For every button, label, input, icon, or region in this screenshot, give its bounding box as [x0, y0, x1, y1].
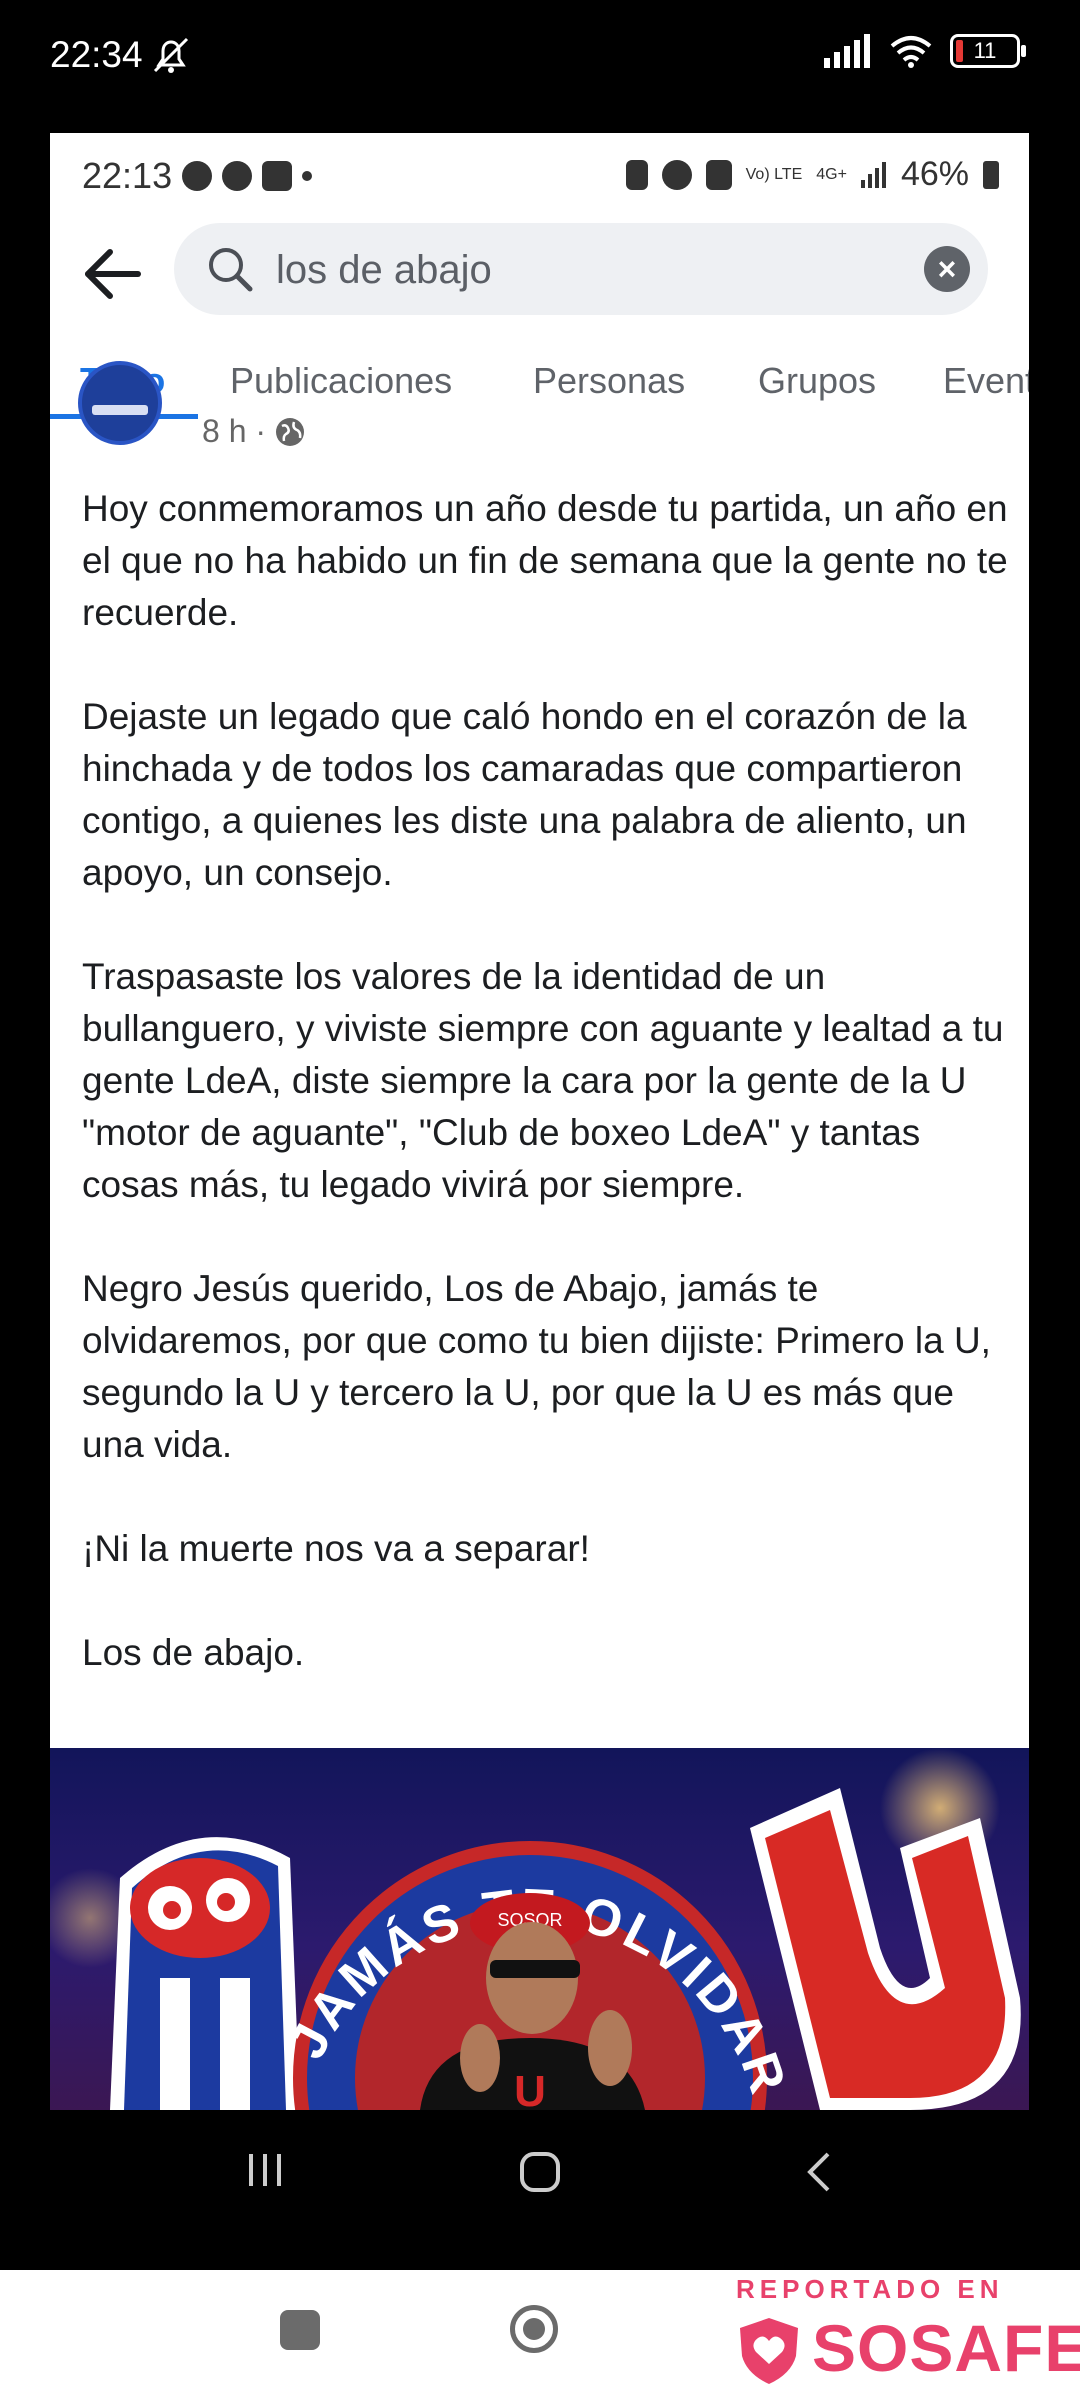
battery-icon: 11	[950, 34, 1026, 68]
inner-battery-percent: 46%	[900, 155, 969, 193]
memorial-banner-image: JESUS JAMÁS TE OLVIDAREMOS SOSOR U	[50, 1748, 1021, 2110]
clear-search-icon[interactable]: ×	[924, 246, 970, 292]
alarm-icon	[661, 159, 692, 190]
post-paragraph: Negro Jesús querido, Los de Abajo, jamás…	[82, 1268, 991, 1465]
tab-grupos[interactable]: Grupos	[758, 360, 876, 402]
inner-status-bar: 22:13 Vo) LTE 4G+ 46%	[50, 133, 1029, 213]
post-paragraph: ¡Ni la muerte nos va a separar!	[82, 1528, 590, 1569]
network-label: 4G+	[816, 165, 847, 183]
post-paragraph: Dejaste un legado que caló hondo en el c…	[82, 696, 967, 893]
red-u-emblem	[750, 1788, 1021, 2110]
sosafe-shield-icon	[740, 2318, 798, 2384]
battery-saver-icon	[625, 159, 648, 190]
post-paragraph: Traspasaste los valores de la identidad …	[82, 956, 1004, 1205]
sosafe-logo-text: SOSAFE	[812, 2311, 1080, 2385]
tab-personas[interactable]: Personas	[533, 360, 685, 402]
outer-status-right: 11	[824, 34, 1026, 68]
facebook-screenshot: 22:13 Vo) LTE 4G+ 46% los de abajo × Pub…	[50, 133, 1029, 2110]
search-icon	[209, 248, 253, 292]
post-paragraph: Los de abajo.	[82, 1632, 305, 1673]
tab-eventos[interactable]: Event	[943, 360, 1029, 402]
whatsapp-icon	[182, 161, 213, 191]
gallery-icon	[262, 161, 293, 191]
post-image[interactable]: JESUS JAMÁS TE OLVIDAREMOS SOSOR U	[50, 1748, 1029, 2110]
inner-navigation-bar	[50, 2110, 1029, 2270]
back-arrow-icon[interactable]	[78, 239, 148, 309]
muted-notifications-icon	[153, 37, 188, 73]
inner-status-left: 22:13	[82, 155, 313, 197]
outer-status-bar: 22:34 11	[0, 0, 1080, 130]
inner-battery-icon	[983, 160, 999, 189]
jersey-letter: U	[514, 2067, 546, 2110]
outer-time: 22:34	[50, 34, 193, 76]
shield-notification-icon	[222, 161, 253, 191]
wifi-icon	[890, 36, 932, 68]
post-text: Hoy conmemoramos un año desde tu partida…	[82, 483, 1012, 1731]
globe-icon	[276, 417, 305, 446]
home-icon[interactable]	[518, 2150, 562, 2194]
search-bar[interactable]: ×	[174, 223, 988, 315]
back-nav-icon[interactable]	[800, 2150, 840, 2194]
tab-publicaciones[interactable]: Publicaciones	[230, 360, 452, 402]
outer-time-text: 22:34	[50, 34, 143, 75]
recent-apps-icon[interactable]	[245, 2150, 285, 2190]
page-avatar[interactable]	[78, 361, 162, 445]
record-icon[interactable]	[510, 2305, 558, 2353]
battery-level: 11	[973, 38, 997, 63]
post-timestamp[interactable]: 8 h ·	[202, 413, 306, 450]
mute-icon	[705, 159, 732, 190]
volte-label: Vo) LTE	[745, 165, 803, 183]
search-input[interactable]	[274, 241, 878, 299]
inner-signal-icon	[860, 161, 886, 188]
post-paragraph: Hoy conmemoramos un año desde tu partida…	[82, 488, 1008, 633]
signal-icon	[824, 34, 870, 68]
inner-time: 22:13	[82, 155, 173, 196]
reported-label: REPORTADO EN	[736, 2274, 1004, 2304]
club-shield-emblem	[110, 1837, 300, 2110]
post-header: 8 h ·	[50, 361, 1029, 465]
outer-bottom-bar: REPORTADO EN SOSAFE	[0, 2270, 1080, 2400]
post-time-text: 8 h ·	[202, 413, 267, 449]
more-notifications-icon	[302, 171, 313, 181]
stop-icon[interactable]	[280, 2310, 320, 2350]
inner-status-right: Vo) LTE 4G+ 46%	[625, 155, 999, 194]
